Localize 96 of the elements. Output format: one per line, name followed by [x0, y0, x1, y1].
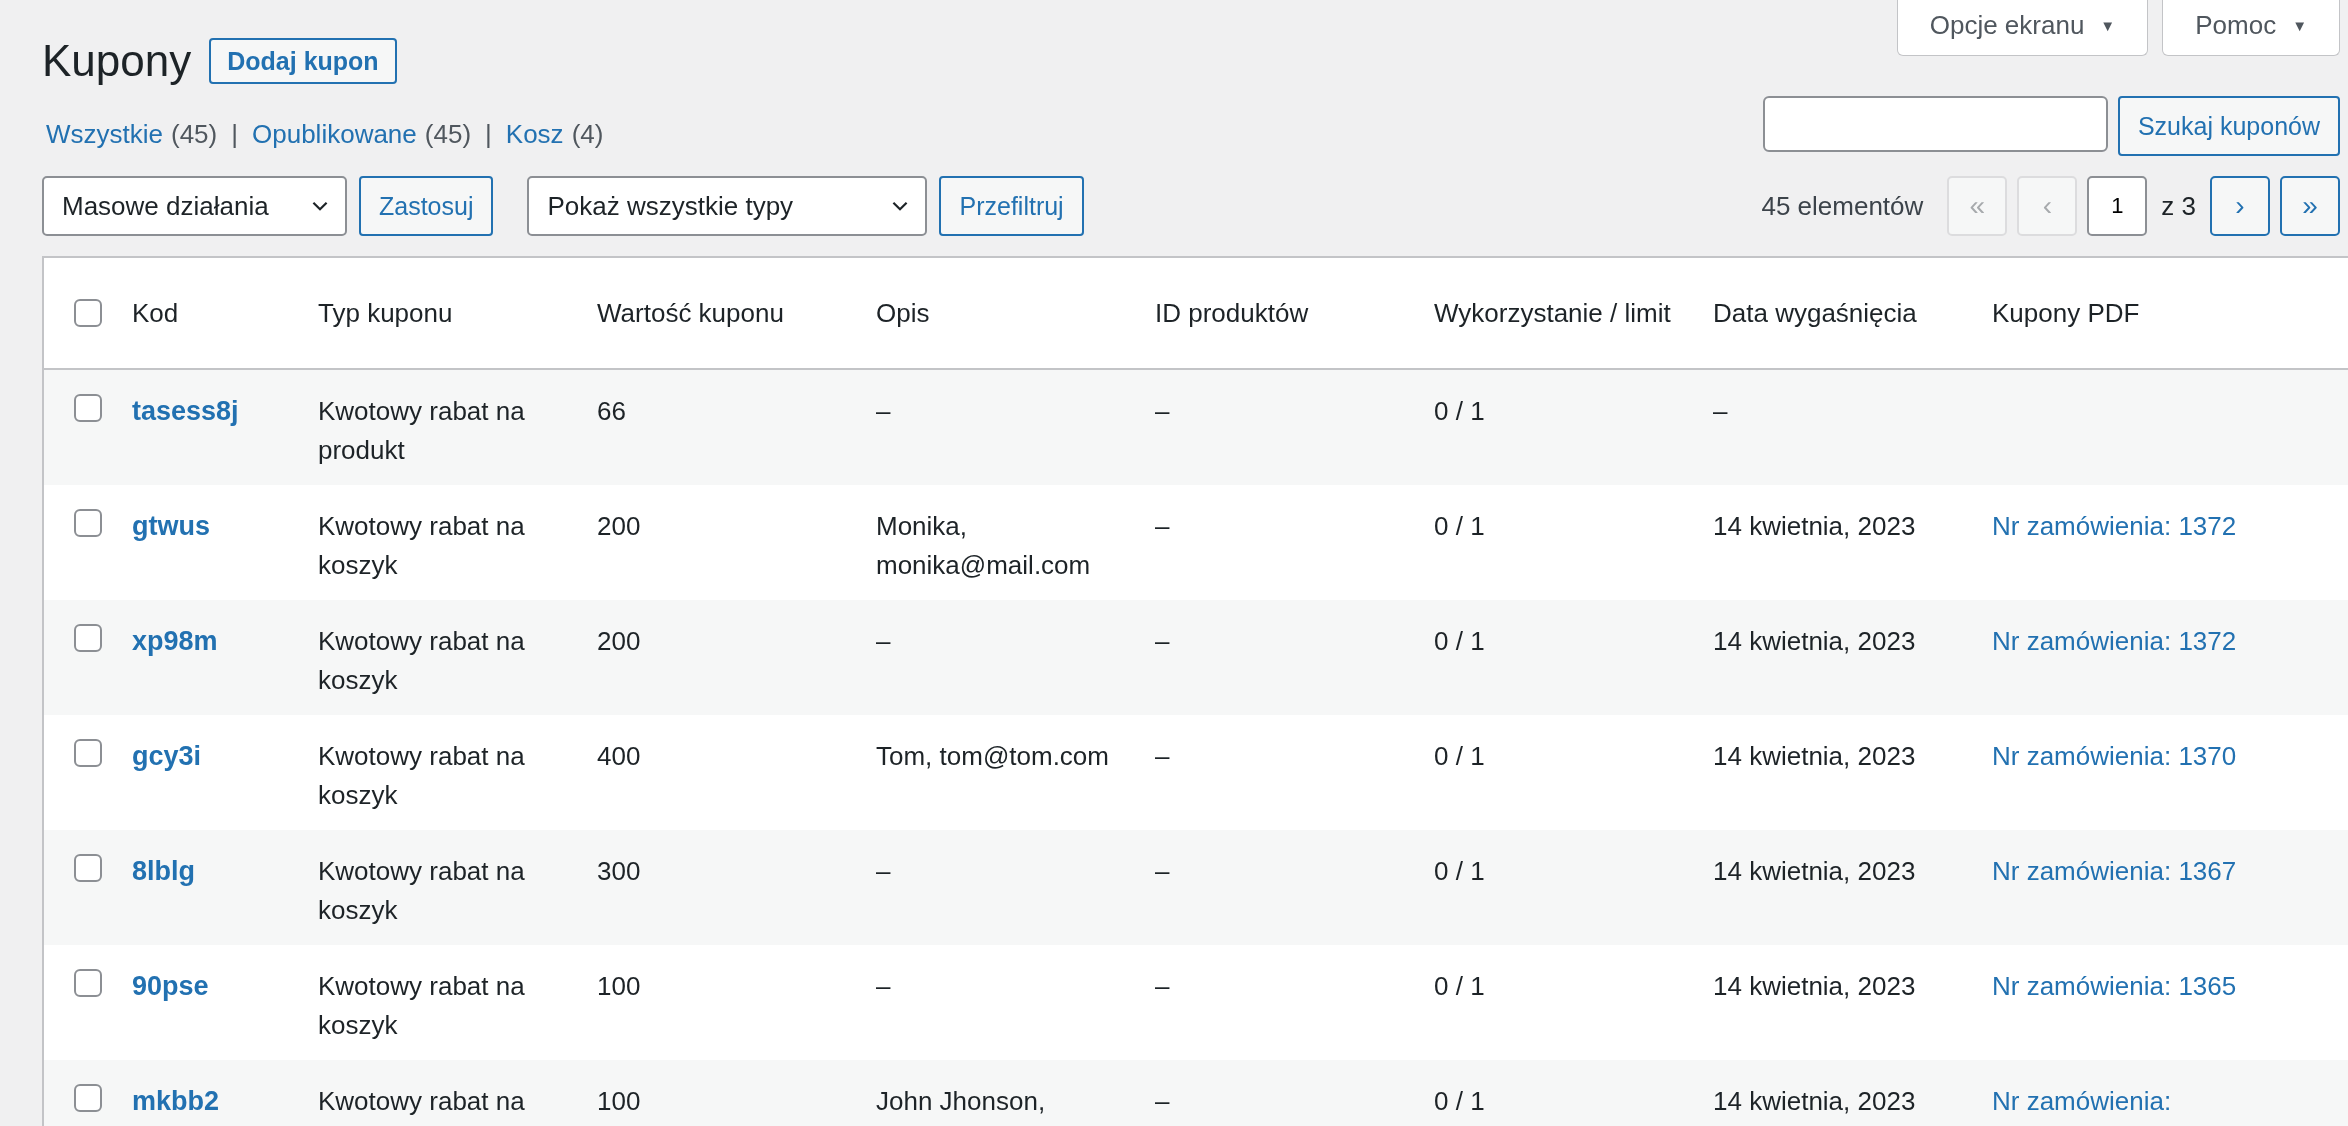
table-cell: Tom, tom@tom.com: [876, 741, 1109, 771]
table-cell: 400: [597, 741, 641, 771]
table-cell: 14 kwietnia, 2023: [1713, 626, 1916, 656]
table-cell: Kwotowy rabat na produkt: [318, 396, 525, 465]
row-checkbox[interactable]: [74, 509, 102, 537]
column-header[interactable]: Kupony PDF: [1992, 297, 2140, 328]
view-link[interactable]: Opublikowane: [252, 119, 417, 150]
table-cell: 200: [597, 511, 641, 541]
coupon-code-link[interactable]: mkbb2: [132, 1086, 220, 1116]
view-count: (4): [571, 119, 604, 150]
table-cell: 14 kwietnia, 2023: [1713, 971, 1916, 1001]
search-button[interactable]: Szukaj kuponów: [2117, 96, 2340, 156]
table-cell: 300: [597, 856, 641, 886]
table-cell: Kwotowy rabat na koszyk: [318, 511, 525, 580]
screen-meta-tab[interactable]: Opcje ekranu ▼: [1896, 0, 2149, 56]
view-link[interactable]: Wszystkie: [46, 119, 163, 150]
table-cell: 14 kwietnia, 2023: [1713, 1086, 1916, 1116]
add-coupon-button[interactable]: Dodaj kupon: [209, 38, 397, 84]
screen-meta-tab[interactable]: Pomoc ▼: [2162, 0, 2340, 56]
table-cell: 100: [597, 971, 641, 1001]
view-separator: |: [231, 119, 238, 150]
caret-icon: ▼: [2100, 17, 2116, 34]
next-page-button[interactable]: ›: [2210, 176, 2270, 236]
page-title: Kupony: [42, 36, 192, 86]
order-link[interactable]: Nr zamówienia: 1370: [1992, 741, 2237, 771]
table-cell: –: [1155, 856, 1170, 886]
table-cell: Kwotowy rabat na koszyk: [318, 626, 525, 695]
filter-button[interactable]: Przefiltruj: [939, 176, 1084, 236]
order-link[interactable]: Nr zamówienia: 1372: [1992, 511, 2237, 541]
caret-icon: ▼: [2292, 17, 2307, 34]
row-checkbox[interactable]: [74, 1084, 102, 1112]
table-cell: 0 / 1: [1434, 396, 1485, 426]
column-header[interactable]: Typ kuponu: [318, 297, 453, 328]
coupon-code-link[interactable]: gtwus: [132, 511, 210, 541]
column-header[interactable]: Data wygaśnięcia: [1713, 297, 1917, 328]
table-cell: –: [876, 396, 891, 426]
table-cell: –: [876, 856, 891, 886]
select-all-checkbox[interactable]: [74, 299, 102, 327]
table-cell: 0 / 1: [1434, 511, 1485, 541]
apply-button[interactable]: Zastosuj: [359, 176, 494, 236]
order-link[interactable]: Nr zamówienia: 1367: [1992, 856, 2237, 886]
item-count: 45 elementów: [1761, 190, 1924, 222]
row-checkbox[interactable]: [74, 624, 102, 652]
order-link[interactable]: Nr zamówienia: 1372: [1992, 626, 2237, 656]
view-link[interactable]: Kosz: [505, 119, 564, 150]
row-checkbox[interactable]: [74, 739, 102, 767]
table-cell: –: [1155, 511, 1170, 541]
table-cell: Kwotowy rabat na koszyk: [318, 856, 525, 925]
table-cell: Kwotowy rabat na koszyk: [318, 971, 525, 1040]
column-header[interactable]: ID produktów: [1155, 297, 1309, 328]
coupon-code-link[interactable]: 90pse: [132, 971, 209, 1001]
table-cell: 14 kwietnia, 2023: [1713, 511, 1916, 541]
table-cell: John Jhonson,: [876, 1086, 1046, 1116]
table-cell: –: [1155, 741, 1170, 771]
view-count: (45): [171, 119, 218, 150]
table-cell: 14 kwietnia, 2023: [1713, 856, 1916, 886]
table-cell: Monika, monika@mail.com: [876, 511, 1091, 580]
coupon-code-link[interactable]: gcy3i: [132, 741, 202, 771]
table-cell: –: [1155, 396, 1170, 426]
search-field[interactable]: [1762, 96, 2108, 152]
view-separator: |: [485, 119, 492, 150]
row-checkbox[interactable]: [74, 854, 102, 882]
view-count: (45): [424, 119, 472, 150]
table-cell: 0 / 1: [1434, 1086, 1485, 1116]
column-header[interactable]: Wykorzystanie / limit: [1434, 297, 1671, 328]
bulk-action-select[interactable]: Masowe działania: [42, 176, 347, 236]
table-cell: –: [876, 971, 891, 1001]
table-cell: –: [1713, 396, 1728, 426]
type-filter-select[interactable]: Pokaż wszystkie typy: [527, 176, 928, 236]
row-checkbox[interactable]: [74, 394, 102, 422]
column-header[interactable]: Opis: [876, 297, 930, 328]
row-checkbox[interactable]: [74, 969, 102, 997]
table-cell: Kwotowy rabat na koszyk: [318, 741, 525, 810]
table-cell: 66: [597, 396, 626, 426]
table-cell: Kwotowy rabat na: [318, 1086, 525, 1116]
column-header[interactable]: Wartość kuponu: [597, 297, 784, 328]
column-header[interactable]: Kod: [132, 297, 179, 328]
table-cell: 200: [597, 626, 641, 656]
page-number-field[interactable]: 1: [2087, 176, 2148, 236]
table-cell: 0 / 1: [1434, 971, 1485, 1001]
table-cell: –: [1155, 626, 1170, 656]
table-cell: 100: [597, 1086, 641, 1116]
table-cell: 14 kwietnia, 2023: [1713, 741, 1916, 771]
page-total: z 3: [2161, 190, 2196, 222]
table-cell: 0 / 1: [1434, 626, 1485, 656]
table-cell: 0 / 1: [1434, 741, 1485, 771]
order-link[interactable]: Nr zamówienia: 1365: [1992, 971, 2237, 1001]
table-cell: –: [1155, 971, 1170, 1001]
coupon-code-link[interactable]: 8lblg: [132, 856, 195, 886]
table-cell: –: [1155, 1086, 1170, 1116]
last-page-button[interactable]: »: [2280, 176, 2340, 236]
coupon-code-link[interactable]: xp98m: [132, 626, 218, 656]
order-link[interactable]: Nr zamówienia:: [1992, 1086, 2172, 1116]
table-cell: –: [876, 626, 891, 656]
coupon-code-link[interactable]: tasess8j: [132, 396, 239, 426]
table-cell: 0 / 1: [1434, 856, 1485, 886]
